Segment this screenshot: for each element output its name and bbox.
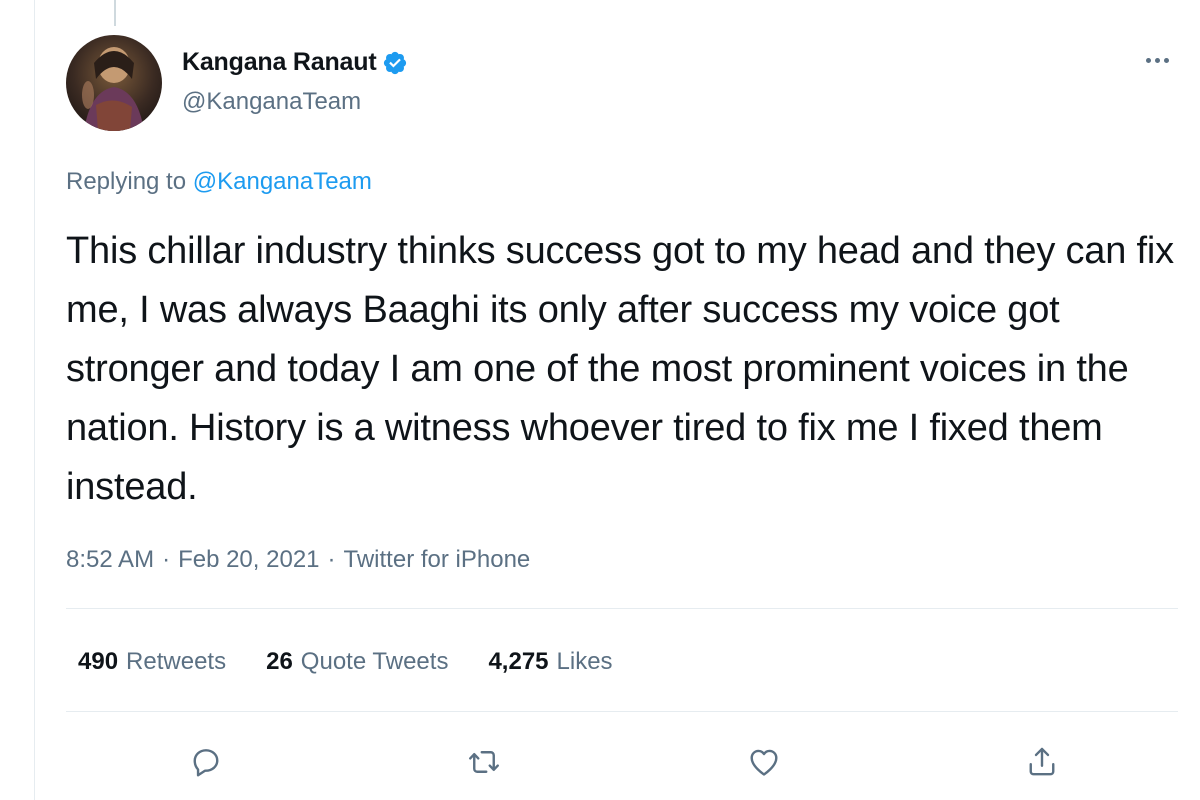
reply-button[interactable] bbox=[184, 740, 228, 784]
likes-label: Likes bbox=[556, 648, 613, 675]
retweet-icon bbox=[469, 751, 499, 773]
heart-icon bbox=[750, 749, 778, 776]
replying-to-handle-link[interactable]: @KanganaTeam bbox=[193, 168, 372, 195]
retweets-count: 490 bbox=[78, 648, 119, 675]
timeline-left-border bbox=[34, 0, 35, 800]
share-button[interactable] bbox=[1020, 740, 1064, 784]
quote-tweets-label: Quote Tweets bbox=[300, 648, 449, 675]
quote-tweets-stat[interactable]: 26 Quote Tweets bbox=[266, 648, 448, 676]
replying-to-line: Replying to @KanganaTeam bbox=[66, 168, 372, 196]
quote-tweets-count: 26 bbox=[266, 648, 293, 675]
thread-connector-line bbox=[114, 0, 116, 26]
meta-separator: · bbox=[162, 546, 171, 573]
meta-separator: · bbox=[327, 546, 336, 573]
tweet-date[interactable]: Feb 20, 2021 bbox=[178, 546, 319, 574]
engagement-stats: 490 Retweets 26 Quote Tweets 4,275 Likes bbox=[78, 648, 613, 676]
more-horizontal-icon[interactable] bbox=[1146, 50, 1178, 70]
tweet-source[interactable]: Twitter for iPhone bbox=[344, 546, 531, 574]
tweet-time[interactable]: 8:52 AM bbox=[66, 546, 154, 574]
tweet-action-bar bbox=[0, 740, 1200, 788]
likes-stat[interactable]: 4,275 Likes bbox=[488, 648, 612, 676]
replying-to-prefix: Replying to bbox=[66, 168, 187, 195]
avatar-image bbox=[66, 35, 162, 131]
retweets-label: Retweets bbox=[126, 648, 227, 675]
divider bbox=[66, 711, 1178, 712]
share-icon bbox=[1029, 747, 1055, 776]
retweets-stat[interactable]: 490 Retweets bbox=[78, 648, 226, 676]
author-display-name[interactable]: Kangana Ranaut bbox=[182, 48, 377, 77]
tweet-text: This chillar industry thinks success got… bbox=[66, 230, 1174, 508]
author-handle[interactable]: @KanganaTeam bbox=[182, 88, 361, 116]
tweet-meta: 8:52 AM · Feb 20, 2021 · Twitter for iPh… bbox=[66, 546, 530, 574]
verified-badge-icon bbox=[382, 50, 408, 76]
reply-icon bbox=[193, 749, 219, 777]
likes-count: 4,275 bbox=[488, 648, 549, 675]
retweet-button[interactable] bbox=[462, 740, 506, 784]
author-name-row[interactable]: Kangana Ranaut bbox=[182, 48, 408, 77]
like-button[interactable] bbox=[742, 740, 786, 784]
divider bbox=[66, 608, 1178, 609]
avatar[interactable] bbox=[66, 35, 162, 131]
